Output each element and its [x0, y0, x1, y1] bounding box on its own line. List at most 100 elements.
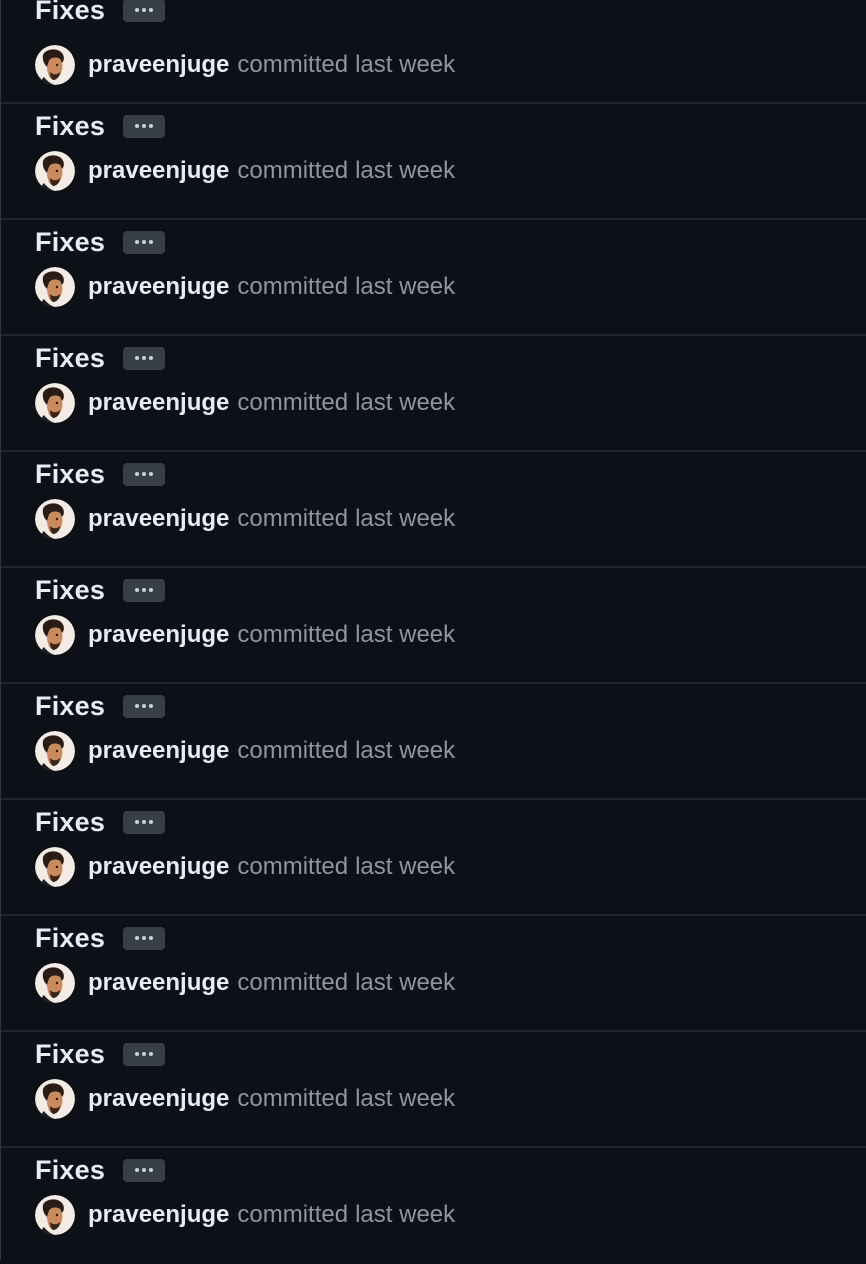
commit-row: Fixes praveenjuge committed last week	[1, 220, 866, 336]
relative-time: last week	[355, 737, 456, 764]
commit-title-line: Fixes	[35, 1152, 166, 1188]
relative-time: last week	[355, 1201, 456, 1228]
avatar[interactable]	[35, 45, 75, 85]
commit-title-line: Fixes	[35, 0, 166, 28]
commit-row: Fixes praveenjuge committed last week	[1, 1032, 866, 1148]
commit-action: committed	[237, 1085, 349, 1112]
commit-title-link[interactable]: Fixes	[35, 691, 105, 722]
avatar[interactable]	[35, 963, 75, 1003]
expand-description-button[interactable]	[123, 346, 166, 370]
commit-meta: praveenjuge committed last week	[35, 382, 455, 424]
commit-title-link[interactable]: Fixes	[35, 459, 105, 490]
expand-description-button[interactable]	[123, 0, 166, 22]
expand-description-button[interactable]	[123, 578, 166, 602]
relative-time: last week	[355, 157, 456, 184]
relative-time: last week	[355, 51, 456, 78]
commit-title-link[interactable]: Fixes	[35, 575, 105, 606]
avatar[interactable]	[35, 499, 75, 539]
avatar[interactable]	[35, 151, 75, 191]
commit-meta: praveenjuge committed last week	[35, 1194, 455, 1236]
commit-list: Fixes praveenjuge committed last week Fi…	[0, 0, 866, 1260]
commit-action: committed	[237, 621, 349, 648]
commit-row: Fixes praveenjuge committed last week	[1, 336, 866, 452]
author-link[interactable]: praveenjuge	[88, 1085, 229, 1113]
commit-meta: praveenjuge committed last week	[35, 266, 455, 308]
avatar[interactable]	[35, 1079, 75, 1119]
commit-title-line: Fixes	[35, 804, 166, 840]
commit-row: Fixes praveenjuge committed last week	[1, 684, 866, 800]
avatar[interactable]	[35, 383, 75, 423]
avatar[interactable]	[35, 1195, 75, 1235]
commit-title-line: Fixes	[35, 572, 166, 608]
relative-time: last week	[355, 1085, 456, 1112]
relative-time: last week	[355, 621, 456, 648]
relative-time: last week	[355, 389, 456, 416]
commit-action: committed	[237, 969, 349, 996]
commit-row: Fixes praveenjuge committed last week	[1, 568, 866, 684]
author-link[interactable]: praveenjuge	[88, 505, 229, 533]
commit-action: committed	[237, 157, 349, 184]
commit-title-link[interactable]: Fixes	[35, 0, 105, 26]
commit-meta: praveenjuge committed last week	[35, 44, 455, 86]
commit-row: Fixes praveenjuge committed last week	[1, 0, 866, 104]
author-link[interactable]: praveenjuge	[88, 853, 229, 881]
commit-title-line: Fixes	[35, 688, 166, 724]
commit-action: committed	[237, 1201, 349, 1228]
avatar[interactable]	[35, 615, 75, 655]
commit-title-line: Fixes	[35, 456, 166, 492]
commit-meta: praveenjuge committed last week	[35, 614, 455, 656]
commit-action: committed	[237, 273, 349, 300]
expand-description-button[interactable]	[123, 1042, 166, 1066]
expand-description-button[interactable]	[123, 1158, 166, 1182]
commit-title-line: Fixes	[35, 108, 166, 144]
commit-action: committed	[237, 505, 349, 532]
expand-description-button[interactable]	[123, 926, 166, 950]
avatar[interactable]	[35, 267, 75, 307]
commit-title-link[interactable]: Fixes	[35, 227, 105, 258]
commit-title-link[interactable]: Fixes	[35, 807, 105, 838]
commit-title-line: Fixes	[35, 1036, 166, 1072]
commit-meta: praveenjuge committed last week	[35, 150, 455, 192]
commit-title-link[interactable]: Fixes	[35, 923, 105, 954]
relative-time: last week	[355, 273, 456, 300]
commit-title-link[interactable]: Fixes	[35, 1039, 105, 1070]
commit-action: committed	[237, 389, 349, 416]
expand-description-button[interactable]	[123, 462, 166, 486]
commit-title-link[interactable]: Fixes	[35, 111, 105, 142]
commit-row: Fixes praveenjuge committed last week	[1, 916, 866, 1032]
commit-meta: praveenjuge committed last week	[35, 962, 455, 1004]
expand-description-button[interactable]	[123, 114, 166, 138]
avatar[interactable]	[35, 847, 75, 887]
author-link[interactable]: praveenjuge	[88, 51, 229, 79]
commit-title-link[interactable]: Fixes	[35, 343, 105, 374]
commit-action: committed	[237, 51, 349, 78]
commit-meta: praveenjuge committed last week	[35, 730, 455, 772]
commit-title-line: Fixes	[35, 340, 166, 376]
commit-action: committed	[237, 737, 349, 764]
author-link[interactable]: praveenjuge	[88, 273, 229, 301]
commit-meta: praveenjuge committed last week	[35, 1078, 455, 1120]
commit-meta: praveenjuge committed last week	[35, 498, 455, 540]
author-link[interactable]: praveenjuge	[88, 737, 229, 765]
commit-row: Fixes praveenjuge committed last week	[1, 104, 866, 220]
avatar[interactable]	[35, 731, 75, 771]
relative-time: last week	[355, 969, 456, 996]
commit-meta: praveenjuge committed last week	[35, 846, 455, 888]
expand-description-button[interactable]	[123, 230, 166, 254]
expand-description-button[interactable]	[123, 810, 166, 834]
author-link[interactable]: praveenjuge	[88, 389, 229, 417]
author-link[interactable]: praveenjuge	[88, 621, 229, 649]
commit-title-line: Fixes	[35, 920, 166, 956]
commit-row: Fixes praveenjuge committed last week	[1, 1148, 866, 1264]
commit-row: Fixes praveenjuge committed last week	[1, 452, 866, 568]
author-link[interactable]: praveenjuge	[88, 157, 229, 185]
expand-description-button[interactable]	[123, 694, 166, 718]
commit-title-line: Fixes	[35, 224, 166, 260]
commit-action: committed	[237, 853, 349, 880]
commit-row: Fixes praveenjuge committed last week	[1, 800, 866, 916]
author-link[interactable]: praveenjuge	[88, 969, 229, 997]
author-link[interactable]: praveenjuge	[88, 1201, 229, 1229]
relative-time: last week	[355, 505, 456, 532]
relative-time: last week	[355, 853, 456, 880]
commit-title-link[interactable]: Fixes	[35, 1155, 105, 1186]
